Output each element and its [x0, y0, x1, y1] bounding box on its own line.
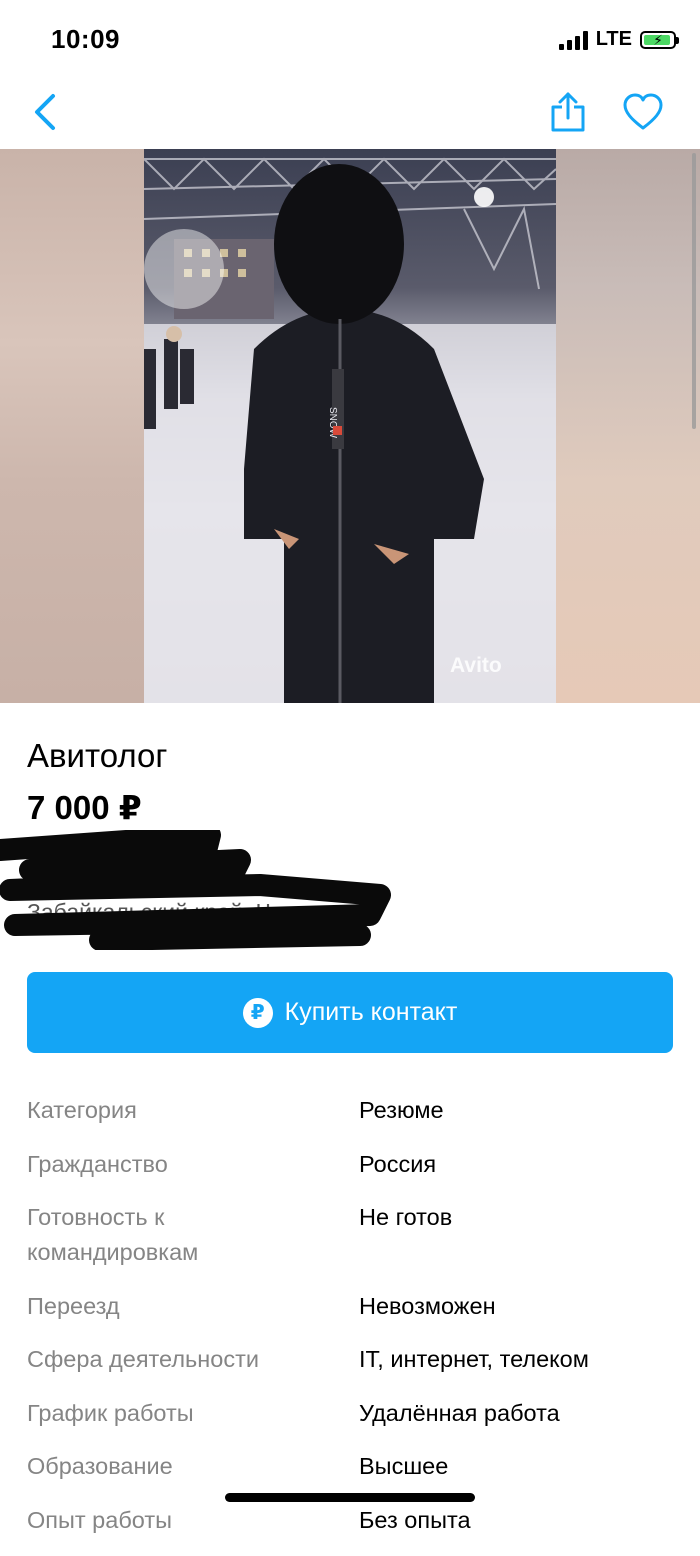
param-row: Категория Резюме	[27, 1093, 673, 1128]
param-value: Без опыта	[359, 1506, 471, 1533]
photo-gallery[interactable]: SNOW Avito	[0, 149, 700, 703]
listing-title: Авитолог	[27, 737, 168, 774]
param-value: Удалённая работа	[359, 1399, 560, 1426]
listing-photo[interactable]: SNOW Avito	[144, 149, 556, 703]
home-indicator[interactable]	[225, 1493, 475, 1502]
page-scrollbar[interactable]	[692, 153, 696, 429]
favorite-button[interactable]	[617, 86, 669, 138]
nav-bar	[0, 80, 700, 148]
param-value: Не готов	[359, 1204, 453, 1230]
buy-contact-button[interactable]: ₽ Купить контакт	[27, 972, 673, 1053]
param-key: Гражданство	[27, 1150, 168, 1177]
param-key: Категория	[27, 1097, 137, 1123]
param-key: Образование	[27, 1453, 173, 1479]
ruble-icon: ₽	[242, 997, 273, 1028]
listing-price: 7 000 ₽	[27, 789, 142, 826]
listing-address[interactable]: р-н Центральный Забайкальский край, Чита…	[0, 830, 407, 950]
photo-scene: SNOW	[144, 157, 556, 703]
param-value: Высшее	[359, 1453, 449, 1479]
next-photo-preview[interactable]	[556, 149, 700, 703]
param-row: Готовность к командировкам Не готов	[27, 1200, 673, 1270]
param-value: Россия	[359, 1150, 437, 1177]
param-value: Невозможен	[359, 1292, 496, 1319]
param-key: Переезд	[27, 1292, 120, 1319]
redaction-scribble	[0, 830, 391, 950]
chevron-left-icon	[35, 94, 55, 130]
battery-icon: ⚡	[640, 30, 679, 49]
share-icon	[551, 92, 585, 132]
param-row: Переезд Невозможен	[27, 1289, 673, 1324]
back-button[interactable]	[22, 86, 70, 138]
param-key: График работы	[27, 1399, 194, 1426]
param-value: IT, интернет, телеком	[359, 1346, 589, 1372]
param-row: График работы Удалённая работа	[27, 1396, 673, 1431]
previous-photo-preview[interactable]	[0, 149, 144, 703]
param-key: Опыт работы	[27, 1506, 172, 1533]
status-bar: 10:09 LTE ⚡	[0, 0, 700, 80]
param-row: Сфера деятельности IT, интернет, телеком	[27, 1342, 673, 1377]
param-key: Сфера деятельности	[27, 1346, 259, 1372]
param-row: Образование Высшее	[27, 1449, 673, 1484]
param-row: Гражданство Россия	[27, 1147, 673, 1182]
listing-parameters: Категория Резюме Гражданство Россия Гото…	[27, 1093, 673, 1556]
param-key: Готовность к командировкам	[27, 1204, 199, 1265]
status-time: 10:09	[51, 24, 120, 54]
network-label: LTE	[595, 28, 632, 50]
share-button[interactable]	[543, 86, 593, 138]
avito-watermark: Avito	[450, 654, 502, 677]
param-value: Резюме	[359, 1097, 444, 1123]
param-row: Опыт работы Без опыта	[27, 1503, 673, 1538]
buy-contact-label: Купить контакт	[284, 998, 458, 1026]
signal-icon	[558, 30, 588, 50]
status-indicators: LTE ⚡	[558, 28, 679, 51]
heart-icon	[623, 93, 663, 130]
